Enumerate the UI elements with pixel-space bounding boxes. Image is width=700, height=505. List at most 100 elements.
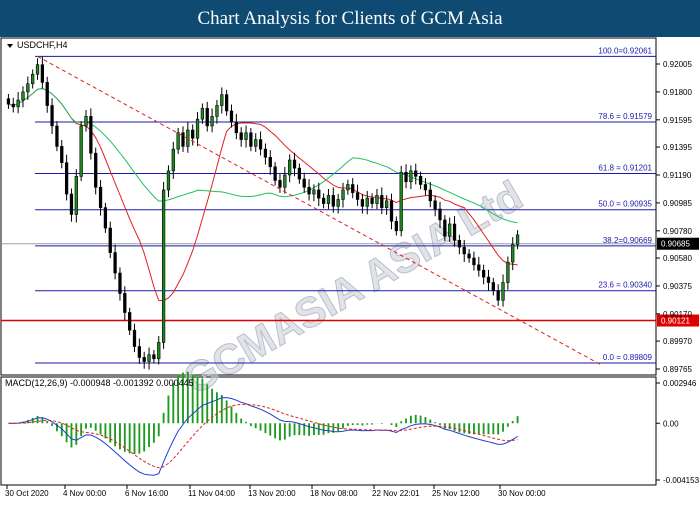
price-axis-label: 0.89970 [663, 337, 692, 346]
candle-body [394, 220, 398, 232]
price-axis-label: 0.90985 [663, 199, 692, 208]
candle-body [418, 176, 423, 185]
candle-body [399, 171, 403, 232]
candle-body [31, 73, 35, 85]
candle-body [370, 197, 374, 204]
chart-header: Chart Analysis for Clients of GCM Asia [0, 0, 700, 37]
candle-body [360, 199, 365, 207]
candle-body [443, 219, 447, 237]
candle-body [336, 199, 340, 207]
candle-body [423, 184, 428, 191]
candle-body [6, 98, 11, 105]
candle-body [414, 170, 418, 177]
fib-level-label: 23.6 = 0.90340 [598, 281, 652, 290]
candle-body [317, 189, 321, 199]
candle-body [273, 166, 277, 181]
candle-body [351, 184, 355, 193]
candle-body [26, 83, 30, 93]
time-axis-label: 4 Nov 00:00 [63, 489, 107, 498]
candle-body [297, 167, 302, 180]
candle-body [312, 189, 316, 195]
candle-body [60, 146, 64, 164]
candle-body [181, 132, 185, 147]
candle-body [302, 178, 306, 188]
candle-body [263, 148, 268, 158]
candle-body [16, 99, 20, 108]
candle-body [288, 159, 292, 176]
candle-body [166, 170, 171, 191]
candle-body [176, 132, 180, 150]
time-axis-label: 18 Nov 08:00 [310, 489, 358, 498]
candle-body [137, 346, 141, 358]
candle-body [268, 156, 272, 168]
candle-body [108, 227, 112, 253]
candle-body [254, 139, 258, 147]
candle-body [84, 116, 88, 127]
candle-body [200, 107, 205, 120]
macd-axis-label: 0.00 [663, 419, 679, 428]
candle-body [481, 269, 486, 278]
price-axis-label: 0.91190 [663, 171, 692, 180]
candle-body [380, 195, 384, 208]
candle-body [89, 116, 93, 154]
candle-body [477, 264, 481, 271]
candle-body [321, 197, 326, 204]
candle-body [404, 171, 408, 183]
candle-body [428, 189, 432, 202]
time-axis-label: 30 Oct 2020 [5, 489, 49, 498]
price-axis-label: 0.90780 [663, 227, 692, 236]
candle-body [365, 197, 369, 207]
candle-body [385, 200, 389, 208]
candle-body [195, 118, 200, 139]
fib-level-label: 50.0 = 0.90935 [598, 200, 652, 209]
candle-body [486, 276, 491, 283]
candle-body [511, 244, 515, 263]
candle-body [98, 186, 103, 208]
candle-body [501, 282, 505, 301]
candle-body [249, 132, 253, 147]
fib-level-label: 78.6 = 0.91579 [598, 112, 652, 121]
candle-body [11, 103, 15, 108]
candle-body [438, 208, 442, 221]
candle-body [452, 223, 457, 241]
fib-level-label: 100.0=0.92061 [598, 46, 652, 55]
candle-body [239, 132, 243, 140]
macd-label: MACD(12,26,9) -0.000948 -0.001392 0.0004… [5, 378, 194, 388]
time-axis-label: 11 Nov 04:00 [188, 489, 236, 498]
candle-body [118, 272, 122, 294]
candle-body [346, 184, 350, 191]
candle-body [307, 186, 311, 195]
candle-body [103, 207, 108, 229]
fib-level-label: 0.0 = 0.89809 [603, 353, 653, 362]
candle-body [69, 193, 74, 215]
candle-body [491, 282, 495, 292]
candle-body [94, 152, 98, 188]
candle-body [515, 234, 520, 245]
candle-body [224, 94, 229, 112]
candle-body [375, 195, 379, 204]
candle-body [123, 293, 127, 313]
candle-body [132, 329, 137, 347]
candle-body [210, 116, 214, 127]
candle-body [21, 91, 25, 101]
price-axis-label: 0.91595 [663, 116, 692, 125]
candle-body [35, 64, 40, 75]
time-axis-label: 6 Nov 16:00 [125, 489, 169, 498]
candle-body [433, 200, 437, 210]
price-axis-label: 0.90170 [663, 310, 692, 319]
candle-body [331, 195, 335, 207]
candle-body [40, 64, 45, 83]
candle-body [283, 174, 287, 188]
candle-body [128, 312, 132, 331]
candle-body [355, 192, 360, 200]
candle-body [171, 148, 175, 172]
candle-body [389, 200, 394, 222]
chart-frame: USDCHF,H4 GCMASIA ASIA Ltd 100.0=0.92061… [0, 37, 700, 500]
symbol-label: USDCHF,H4 [17, 40, 68, 50]
candle-body [278, 180, 282, 188]
candle-body [244, 132, 248, 140]
price-axis-label: 0.91395 [663, 143, 692, 152]
candle-body [161, 189, 166, 343]
candle-body [74, 176, 78, 215]
candle-body [496, 290, 500, 301]
